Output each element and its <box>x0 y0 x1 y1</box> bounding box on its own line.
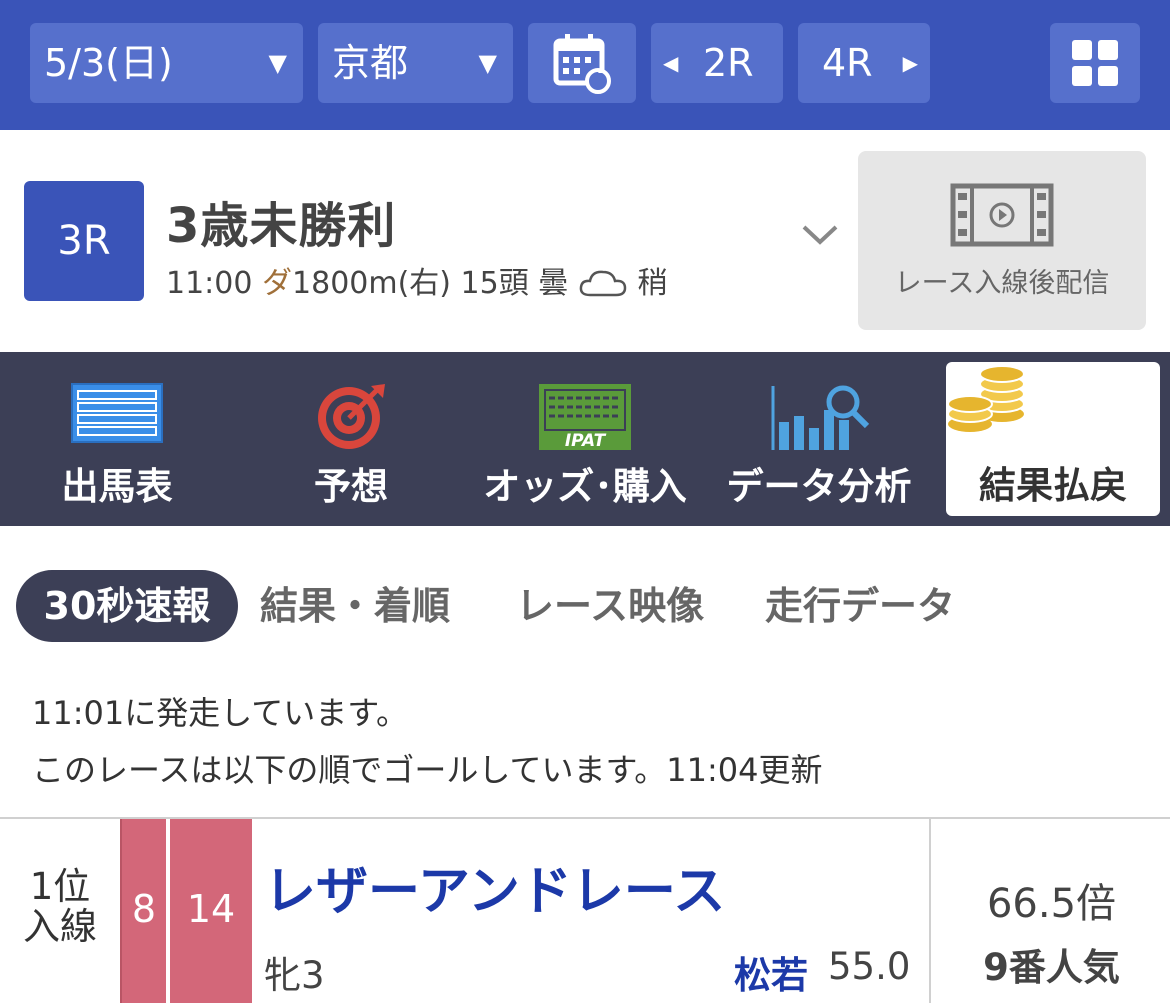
rank-label: 1位 <box>29 865 91 908</box>
win-odds: 66.5倍 <box>986 881 1117 927</box>
chevron-down-icon: ▼ <box>268 49 287 77</box>
race-number-badge: 3R <box>24 181 144 301</box>
rank-status: 入線 <box>23 905 97 948</box>
calendar-button[interactable] <box>528 23 636 103</box>
film-icon <box>950 183 1054 247</box>
nav-label: 予想 <box>314 465 388 508</box>
jockey-name[interactable]: 松若 <box>734 945 808 999</box>
popularity-rank: 9番人気 <box>983 946 1120 989</box>
venue-label: 京都 <box>332 41 409 85</box>
nav-label: 結果払戻 <box>979 464 1127 507</box>
goal-message: このレースは以下の順でゴールしています。11:04更新 <box>32 751 823 789</box>
carried-weight: 55.0 <box>828 945 911 988</box>
horse-number: 14 <box>166 819 252 1003</box>
tab-30sec-flash[interactable]: 30秒速報 <box>16 570 238 642</box>
video-label: レース入線後配信 <box>894 268 1110 299</box>
coins-icon <box>947 365 1025 432</box>
race-menu-nav: 出馬表 予想 IPAT オッズ･購入 データ分析 結果払戻 <box>0 352 1170 526</box>
calendar-refresh-icon <box>553 34 611 94</box>
prev-race-label: 2R <box>703 41 754 85</box>
tab-race-video[interactable]: レース映像 <box>516 570 704 642</box>
venue-selector[interactable]: 京都 ▼ <box>318 23 513 103</box>
chevron-down-icon[interactable] <box>800 222 840 248</box>
race-distance: 1800m(右) <box>292 266 451 301</box>
race-info: 11:00 ダ1800m(右) 15頭 曇 稍 <box>166 258 667 302</box>
race-going: 稍 <box>637 266 668 301</box>
race-video-box[interactable]: レース入線後配信 <box>858 151 1146 330</box>
nav-data-analysis[interactable]: データ分析 <box>702 352 936 526</box>
date-label: 5/3(日) <box>44 41 173 85</box>
grid-icon <box>1072 40 1118 86</box>
race-weather: 曇 <box>538 266 569 301</box>
odds-cell: 66.5倍 9番人気 <box>929 819 1170 1003</box>
tab-results-order[interactable]: 結果・着順 <box>260 570 450 642</box>
start-message: 11:01に発走しています。 <box>32 694 409 732</box>
race-surface: ダ <box>262 266 293 301</box>
date-selector[interactable]: 5/3(日) ▼ <box>30 23 303 103</box>
next-race-button[interactable]: 4R ▶ <box>798 23 930 103</box>
table-row[interactable]: 1位 入線 8 14 レザーアンドレース 牝3 松若 55.0 66.5倍 9番… <box>0 817 1170 1003</box>
nav-entry-table[interactable]: 出馬表 <box>0 352 234 526</box>
entry-table-icon <box>71 383 163 443</box>
top-bar: 5/3(日) ▼ 京都 ▼ ◀ 2R 4R ▶ <box>0 0 1170 130</box>
nav-label: オッズ･購入 <box>483 465 687 508</box>
chevron-left-icon: ◀ <box>663 51 679 75</box>
next-race-label: 4R <box>822 41 873 85</box>
race-runners: 15頭 <box>460 266 529 301</box>
frame-number: 8 <box>120 819 166 1003</box>
target-icon <box>318 384 385 449</box>
svg-text:IPAT: IPAT <box>565 431 607 451</box>
cloud-icon <box>579 270 627 297</box>
prev-race-button[interactable]: ◀ 2R <box>651 23 783 103</box>
race-name: 3歳未勝利 <box>166 198 397 254</box>
nav-label: 出馬表 <box>61 465 173 508</box>
horse-name-link[interactable]: レザーアンドレース <box>264 849 725 924</box>
nav-prediction[interactable]: 予想 <box>234 352 468 526</box>
rank-cell: 1位 入線 <box>0 819 120 1003</box>
chevron-right-icon: ▶ <box>902 51 918 75</box>
nav-odds-purchase[interactable]: IPAT オッズ･購入 <box>468 352 702 526</box>
tab-running-data[interactable]: 走行データ <box>765 570 955 642</box>
nav-label: データ分析 <box>726 465 912 508</box>
menu-grid-button[interactable] <box>1050 23 1140 103</box>
chevron-down-icon: ▼ <box>478 49 497 77</box>
ipat-icon: IPAT <box>539 384 631 451</box>
chart-search-icon <box>771 385 870 450</box>
horse-sex-age: 牝3 <box>264 954 325 997</box>
nav-results-payout[interactable]: 結果払戻 <box>946 362 1160 516</box>
race-time: 11:00 <box>166 266 253 301</box>
